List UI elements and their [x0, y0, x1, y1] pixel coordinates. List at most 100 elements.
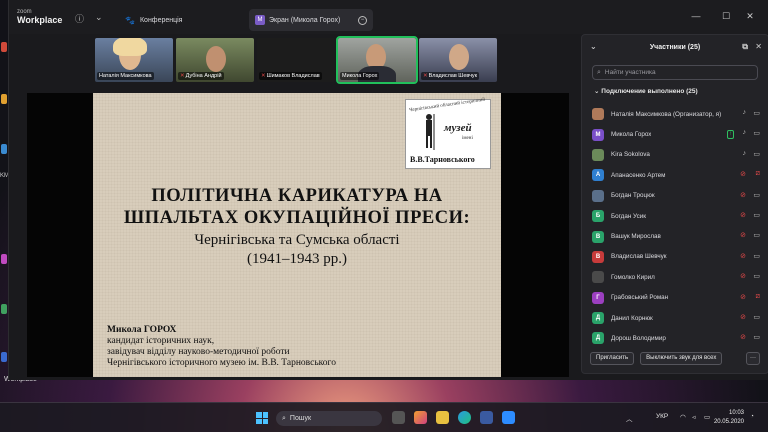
popout-icon[interactable]: ⧉	[742, 42, 748, 52]
connected-group-title[interactable]: ⌄ Подключение выполнено (25)	[594, 87, 698, 95]
start-button[interactable]	[256, 412, 268, 424]
participant-row[interactable]: Гомолко Кирил ⊘ ▭	[592, 267, 764, 287]
taskbar: ⌕ Пошук ︿ УКР ◠ ◃ ▭ 10:03 20.05.2020 ◔	[0, 402, 768, 432]
mic-icon[interactable]: ♪	[743, 129, 747, 136]
participant-row[interactable]: А Апанасенко Артем ⊘ ⧄	[592, 165, 764, 185]
participant-row[interactable]: Г Грабовський Роман ⊘ ⧄	[592, 288, 764, 308]
store-icon[interactable]	[480, 411, 493, 424]
file-explorer-icon[interactable]	[436, 411, 449, 424]
tab-meeting[interactable]: 🐾 Конференція	[119, 9, 239, 31]
mic-muted-icon[interactable]: ⊘	[740, 293, 746, 301]
participant-row[interactable]: Б Богдан Усик ⊘ ▭	[592, 206, 764, 226]
avatar: Д	[592, 332, 604, 345]
mic-muted-icon[interactable]: ⊘	[740, 313, 746, 321]
camera-icon[interactable]: ▭	[753, 231, 760, 239]
edge-icon[interactable]	[458, 411, 471, 424]
more-options-button[interactable]: ···	[746, 351, 760, 365]
participants-panel: ⌄ Участники (25) ⧉ ✕ ⌕ Найти участника ⌄…	[581, 34, 768, 374]
camera-icon[interactable]: ▭	[753, 272, 760, 280]
task-view-icon[interactable]	[392, 411, 405, 424]
avatar: А	[592, 169, 604, 182]
participant-search-input[interactable]: ⌕ Найти участника	[592, 65, 758, 80]
clock[interactable]: 10:03 20.05.2020	[714, 409, 744, 427]
wifi-icon[interactable]: ◠	[680, 413, 686, 421]
mic-muted-icon[interactable]: ⊘	[740, 211, 746, 219]
video-tile[interactable]: ✕Владислав Шевчук	[419, 38, 497, 82]
participant-name: Kira Sokolova	[611, 151, 650, 159]
participant-row[interactable]: Д Дорош Володимир ⊘ ▭	[592, 328, 764, 348]
app-logo: zoom Workplace	[17, 9, 63, 25]
zoom-icon[interactable]	[502, 411, 515, 424]
mic-icon[interactable]: ♪	[743, 150, 747, 157]
avatar: В	[592, 250, 604, 263]
participant-row[interactable]: М Микола Горох ↑ ♪ ▭	[592, 124, 764, 144]
video-tile-active[interactable]: Микола Горох	[336, 36, 418, 84]
camera-icon[interactable]: ▭	[753, 191, 760, 199]
mic-icon[interactable]: ♪	[743, 109, 747, 116]
participant-name: Наталія Максимкова (Организатор, я)	[611, 110, 722, 118]
video-tile[interactable]: Наталія Максимкова	[95, 38, 173, 82]
mic-muted-icon[interactable]: ⊘	[740, 272, 746, 280]
participants-panel-footer: Пригласить Выключить звук для всех ···	[590, 351, 760, 365]
mic-muted-icon[interactable]: ⊘	[740, 333, 746, 341]
participant-name: Владислав Шевчук	[611, 253, 667, 261]
volume-icon[interactable]: ◃	[692, 413, 695, 421]
participant-row[interactable]: В Владислав Шевчук ⊘ ▭	[592, 247, 764, 267]
video-name-label: Наталія Максимкова	[97, 72, 154, 80]
camera-off-icon[interactable]: ⧄	[756, 293, 760, 301]
tray-overflow-icon[interactable]: ︿	[626, 413, 633, 423]
close-button[interactable]: ✕	[743, 11, 757, 22]
tab-shared-screen[interactable]: M Экран (Микола Горох) −	[249, 9, 373, 31]
zoom-window: zoom Workplace ⓘ ⌄ 🐾 Конференція M Экран…	[8, 0, 768, 380]
participant-row[interactable]: Д Данил Корнюк ⊘ ▭	[592, 308, 764, 328]
camera-icon[interactable]: ▭	[753, 211, 760, 219]
participant-row[interactable]: Богдан Троцюк ⊘ ▭	[592, 186, 764, 206]
invite-button[interactable]: Пригласить	[590, 351, 635, 365]
stop-share-icon[interactable]: −	[358, 15, 367, 25]
avatar	[592, 148, 604, 161]
chevron-down-icon[interactable]: ⌄	[590, 42, 597, 51]
copilot-icon[interactable]	[414, 411, 427, 424]
chevron-down-icon[interactable]: ⌄	[95, 12, 103, 23]
participant-row[interactable]: Kira Sokolova ♪ ▭	[592, 145, 764, 165]
participants-panel-header: ⌄ Участники (25) ⧉ ✕	[590, 42, 762, 52]
avatar	[592, 108, 604, 121]
participant-name: Данил Корнюк	[611, 314, 653, 322]
mic-muted-icon: ✕	[423, 73, 428, 79]
video-tile[interactable]: ✕Шимаков Владислав	[257, 38, 335, 82]
participant-row[interactable]: В Вашук Мирослав ⊘ ▭	[592, 226, 764, 246]
avatar: Д	[592, 312, 604, 325]
close-icon[interactable]: ✕	[755, 42, 762, 51]
avatar: Г	[592, 291, 604, 304]
language-indicator[interactable]: УКР	[656, 413, 668, 420]
minimize-button[interactable]: —	[689, 11, 703, 21]
participant-name: Гомолко Кирил	[611, 273, 655, 281]
video-name-label: ✕Шимаков Владислав	[259, 72, 322, 80]
video-name-label: Микола Горох	[340, 72, 380, 80]
camera-icon[interactable]: ▭	[753, 313, 760, 321]
participant-name: Микола Горох	[611, 131, 652, 139]
notifications-icon[interactable]: ◔	[750, 413, 754, 420]
video-strip: Наталія Максимкова ✕Дубіна Андрій ✕Шимак…	[95, 36, 497, 84]
search-icon: ⌕	[282, 414, 286, 422]
mic-muted-icon[interactable]: ⊘	[740, 252, 746, 260]
mute-all-button[interactable]: Выключить звук для всех	[640, 351, 723, 365]
participant-row[interactable]: Наталія Максимкова (Организатор, я) ♪ ▭	[592, 104, 764, 124]
mic-muted-icon[interactable]: ⊘	[740, 231, 746, 239]
mic-muted-icon[interactable]: ⊘	[740, 191, 746, 199]
info-icon[interactable]: ⓘ	[75, 12, 84, 25]
camera-icon[interactable]: ▭	[753, 333, 760, 341]
participant-name: Богдан Троцюк	[611, 192, 655, 200]
mic-muted-icon[interactable]: ⊘	[740, 170, 746, 178]
camera-icon[interactable]: ▭	[753, 109, 760, 117]
camera-icon[interactable]: ▭	[753, 150, 760, 158]
mic-muted-icon: ✕	[261, 73, 266, 79]
camera-off-icon[interactable]: ⧄	[756, 170, 760, 178]
camera-icon[interactable]: ▭	[753, 252, 760, 260]
video-tile[interactable]: ✕Дубіна Андрій	[176, 38, 254, 82]
battery-icon[interactable]: ▭	[704, 413, 710, 421]
maximize-button[interactable]: ☐	[719, 11, 733, 22]
taskbar-search[interactable]: ⌕ Пошук	[276, 411, 382, 426]
avatar: М	[592, 128, 604, 141]
camera-icon[interactable]: ▭	[753, 129, 760, 137]
